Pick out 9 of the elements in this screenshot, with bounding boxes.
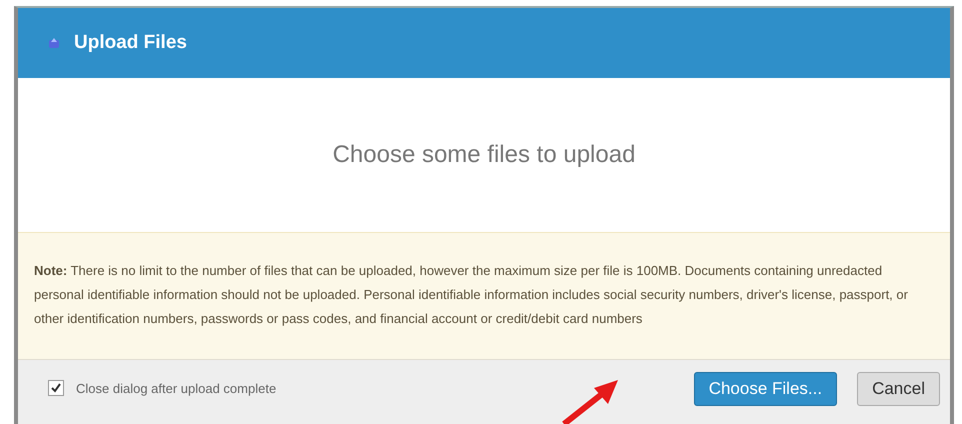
cancel-button[interactable]: Cancel	[857, 372, 940, 406]
note-text: Note: There is no limit to the number of files that can be uploaded, however the maximum size per file is 100MB. Documents containing unredacted personal identifiable information should not be uploaded. Personal identifiable information includes social security numbers, driver's license, passport, or other identification numbers, passwords or pass codes, and financial account or credit/debit card numbers	[34, 262, 909, 328]
drop-prompt: Choose some files to upload	[332, 141, 636, 169]
checkbox-label: Close dialog after upload complete	[76, 380, 276, 396]
upload-icon	[48, 37, 60, 49]
annotation-arrow	[560, 378, 620, 424]
dialog-title: Upload Files	[74, 32, 187, 54]
checkbox[interactable]	[48, 380, 64, 396]
choose-files-button[interactable]: Choose Files...	[694, 372, 838, 406]
